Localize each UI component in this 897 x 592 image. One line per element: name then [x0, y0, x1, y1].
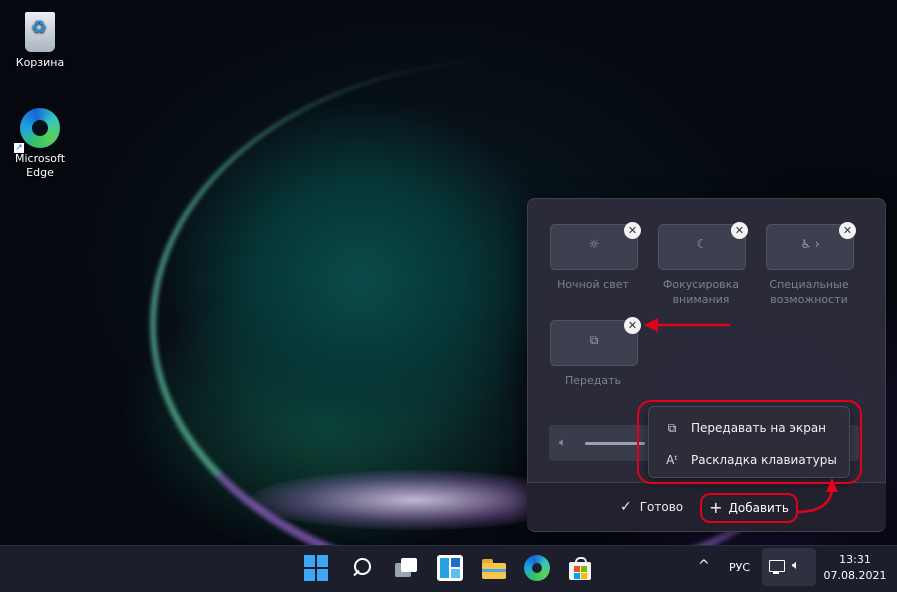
- plus-icon: +: [709, 498, 723, 517]
- clock-date: 07.08.2021: [823, 569, 887, 582]
- unpin-icon[interactable]: ✕: [839, 222, 856, 239]
- unpin-icon[interactable]: ✕: [624, 317, 641, 334]
- night-light-icon: ☼: [588, 237, 600, 251]
- tile-label: Передать: [564, 374, 622, 387]
- edge-icon[interactable]: [524, 555, 550, 581]
- recycle-bin-icon: [25, 12, 55, 52]
- task-view-icon[interactable]: [393, 555, 419, 581]
- file-explorer-icon[interactable]: [481, 555, 507, 581]
- speaker-icon: 🔈︎: [559, 435, 567, 449]
- tile-label: Специальные возможности: [769, 278, 849, 306]
- desktop-icon-label: Корзина: [15, 56, 65, 69]
- shortcut-arrow-icon: ↗: [14, 143, 24, 153]
- accessibility-icon: ♿ ›: [800, 237, 820, 251]
- unpin-icon[interactable]: ✕: [624, 222, 641, 239]
- input-language[interactable]: РУС: [729, 561, 750, 574]
- tile-label: Фокусировка внимания: [662, 278, 740, 306]
- show-hidden-icons-chevron-icon[interactable]: ^: [698, 558, 710, 574]
- start-icon[interactable]: [304, 555, 330, 581]
- volume-track[interactable]: [585, 442, 645, 445]
- add-button[interactable]: + Добавить: [700, 493, 798, 523]
- cast-icon: ⧉: [589, 333, 599, 347]
- done-button[interactable]: ✓ Готово: [620, 497, 683, 517]
- edge-icon: [20, 108, 60, 148]
- clock[interactable]: 13:31 07.08.2021: [822, 552, 888, 584]
- network-icon: [769, 560, 785, 574]
- done-label: Готово: [639, 500, 684, 514]
- desktop-icon-recycle-bin[interactable]: Корзина: [5, 12, 75, 70]
- unpin-icon[interactable]: ✕: [731, 222, 748, 239]
- store-icon[interactable]: [567, 555, 593, 581]
- speaker-icon: 🔈︎: [792, 558, 800, 573]
- tile-label: Ночной свет: [557, 278, 629, 291]
- widgets-icon[interactable]: [437, 555, 463, 581]
- annotation-ring: [637, 400, 862, 484]
- search-icon[interactable]: [350, 555, 376, 581]
- add-label: Добавить: [728, 501, 789, 515]
- clock-time: 13:31: [839, 553, 871, 566]
- checkmark-icon: ✓: [620, 499, 632, 515]
- focus-assist-icon: ☾: [696, 237, 708, 251]
- desktop-icon-label: Microsoft Edge: [14, 152, 66, 179]
